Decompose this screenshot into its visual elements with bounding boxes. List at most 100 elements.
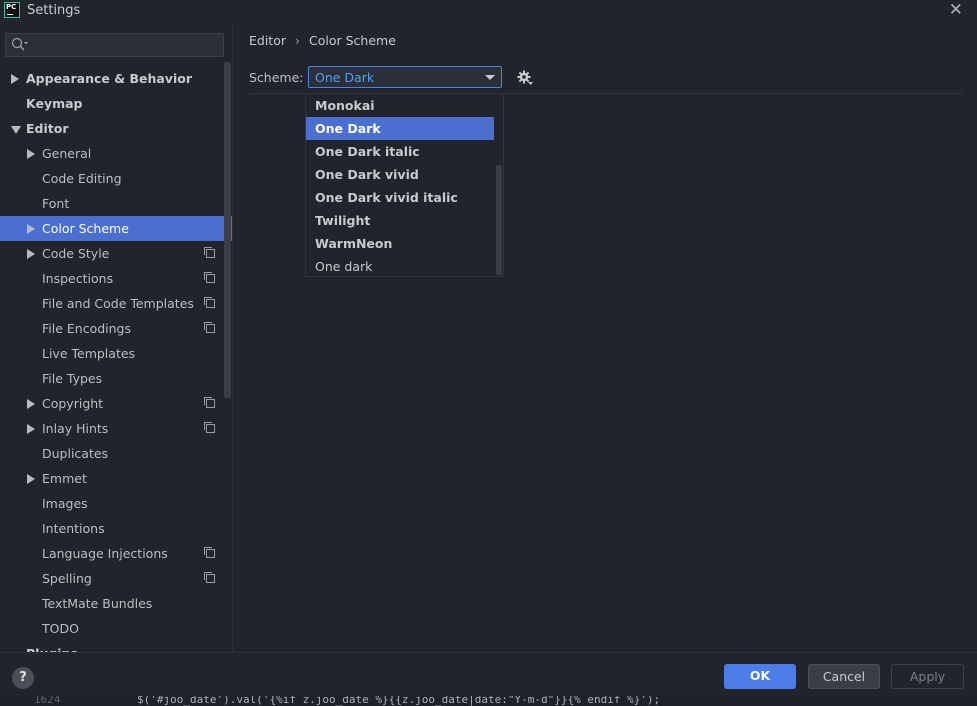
scheme-option[interactable]: Twilight [306,209,494,232]
ok-button[interactable]: OK [724,664,796,689]
copy-icon [204,397,215,408]
tree-item-label: Language Injections [42,546,168,561]
tree-item-label: Editor [26,121,69,136]
breadcrumb: Editor › Color Scheme [249,33,396,48]
tree-item-spelling[interactable]: Spelling [0,566,232,591]
copy-icon [204,297,215,308]
scheme-option[interactable]: One Dark vivid [306,163,494,186]
copy-icon [204,572,215,583]
pycharm-app-icon: PC [4,2,20,18]
collapsed-arrow-icon[interactable] [27,474,35,484]
search-input[interactable] [34,36,219,54]
gear-icon[interactable] [516,69,534,87]
scheme-select-value: One Dark [315,70,375,85]
scheme-label: Scheme: [249,70,304,85]
sidebar-scrollbar[interactable] [224,62,231,398]
tree-item-label: Inlay Hints [42,421,109,436]
tree-item-inlay-hints[interactable]: Inlay Hints [0,416,232,441]
tree-item-label: Images [42,496,88,511]
tree-item-label: File Encodings [42,321,132,336]
breadcrumb-separator: › [295,33,300,48]
copy-icon [204,422,215,433]
search-icon [11,37,28,51]
tree-item-label: Emmet [42,471,87,486]
tree-item-label: TextMate Bundles [42,596,153,611]
tree-item-duplicates[interactable]: Duplicates [0,441,232,466]
collapsed-arrow-icon[interactable] [27,399,35,409]
tree-item-file-types[interactable]: File Types [0,366,232,391]
tree-item-general[interactable]: General [0,141,232,166]
scheme-option[interactable]: One dark [306,255,494,278]
settings-search-field[interactable] [5,33,224,57]
close-icon[interactable]: ✕ [949,0,963,20]
tree-item-live-templates[interactable]: Live Templates [0,341,232,366]
scheme-option[interactable]: One Dark [306,117,494,140]
breadcrumb-parent[interactable]: Editor [249,33,286,48]
tree-item-font[interactable]: Font [0,191,232,216]
collapsed-arrow-icon[interactable] [11,74,19,84]
apply-button[interactable]: Apply [891,664,964,689]
scheme-dropdown-list: Monokai One Dark One Dark italic One Dark v… [305,93,504,277]
expanded-arrow-icon[interactable] [11,126,21,134]
tree-item-label: Inspections [42,271,114,286]
tree-item-appearance-behavior[interactable]: Appearance & Behavior [0,66,232,91]
tree-item-label: Color Scheme [42,221,129,236]
tree-item-label: Intentions [42,521,105,536]
settings-sidebar: Appearance & Behavior Keymap Editor General… [0,32,232,652]
cancel-button[interactable]: Cancel [808,664,880,689]
tree-item-label: Font [42,196,70,211]
tree-item-code-style[interactable]: Code Style [0,241,232,266]
tree-item-label: Code Editing [42,171,122,186]
tree-item-keymap[interactable]: Keymap [0,91,232,116]
title-bar: PC Settings ✕ [0,0,977,22]
tree-item-label: Code Style [42,246,110,261]
background-editor-strip: 1624 $('#joo_date').val('{%if z.joo_date… [0,696,977,706]
copy-icon [204,547,215,558]
tree-item-label: File and Code Templates [42,296,194,311]
scheme-option[interactable]: WarmNeon [306,232,494,255]
tree-item-label: Keymap [26,96,83,111]
breadcrumb-current: Color Scheme [309,33,396,48]
tree-item-inspections[interactable]: Inspections [0,266,232,291]
window-title: Settings [27,3,81,18]
tree-item-emmet[interactable]: Emmet [0,466,232,491]
tree-item-label: Duplicates [42,446,109,461]
copy-icon [204,322,215,333]
collapsed-arrow-icon[interactable] [27,149,35,159]
tree-item-label: General [42,146,92,161]
scheme-option[interactable]: One Dark vivid italic [306,186,494,209]
tree-item-color-scheme[interactable]: Color Scheme [0,216,232,241]
scheme-option[interactable]: One Dark italic [306,140,494,163]
settings-tree: Appearance & Behavior Keymap Editor General… [0,66,232,652]
tree-item-label: File Types [42,371,103,386]
tree-item-label: Plugins [26,641,78,652]
collapsed-arrow-icon[interactable] [27,424,35,434]
tree-item-editor[interactable]: Editor [0,116,232,141]
dialog-footer: ? OK Cancel Apply [0,652,977,696]
tree-item-label: TODO [42,621,79,636]
copy-icon [204,247,215,258]
tree-item-file-encodings[interactable]: File Encodings [0,316,232,341]
tree-item-code-editing[interactable]: Code Editing [0,166,232,191]
code-line-number: 1624 [34,696,61,706]
tree-item-file-and-code-templates[interactable]: File and Code Templates [0,291,232,316]
help-icon[interactable]: ? [12,667,34,689]
tree-item-label: Spelling [42,571,92,586]
tree-item-intentions[interactable]: Intentions [0,516,232,541]
collapsed-arrow-icon[interactable] [27,224,35,234]
tree-item-copyright[interactable]: Copyright [0,391,232,416]
tree-item-language-injections[interactable]: Language Injections [0,541,232,566]
scheme-option[interactable]: Monokai [306,94,494,117]
copy-icon [204,272,215,283]
tree-item-label: Live Templates [42,346,136,361]
tree-item-images[interactable]: Images [0,491,232,516]
tree-item-plugins[interactable]: Plugins [0,641,232,652]
tree-item-textmate-bundles[interactable]: TextMate Bundles [0,591,232,616]
tree-item-label: Copyright [42,396,104,411]
code-line-text: $('#joo_date').val('{%if z.joo_date %}{{… [137,696,661,706]
chevron-down-icon [485,75,495,80]
collapsed-arrow-icon[interactable] [27,249,35,259]
tree-item-todo[interactable]: TODO [0,616,232,641]
dropdown-scrollbar[interactable] [496,165,502,275]
scheme-select[interactable]: One Dark [308,66,502,88]
